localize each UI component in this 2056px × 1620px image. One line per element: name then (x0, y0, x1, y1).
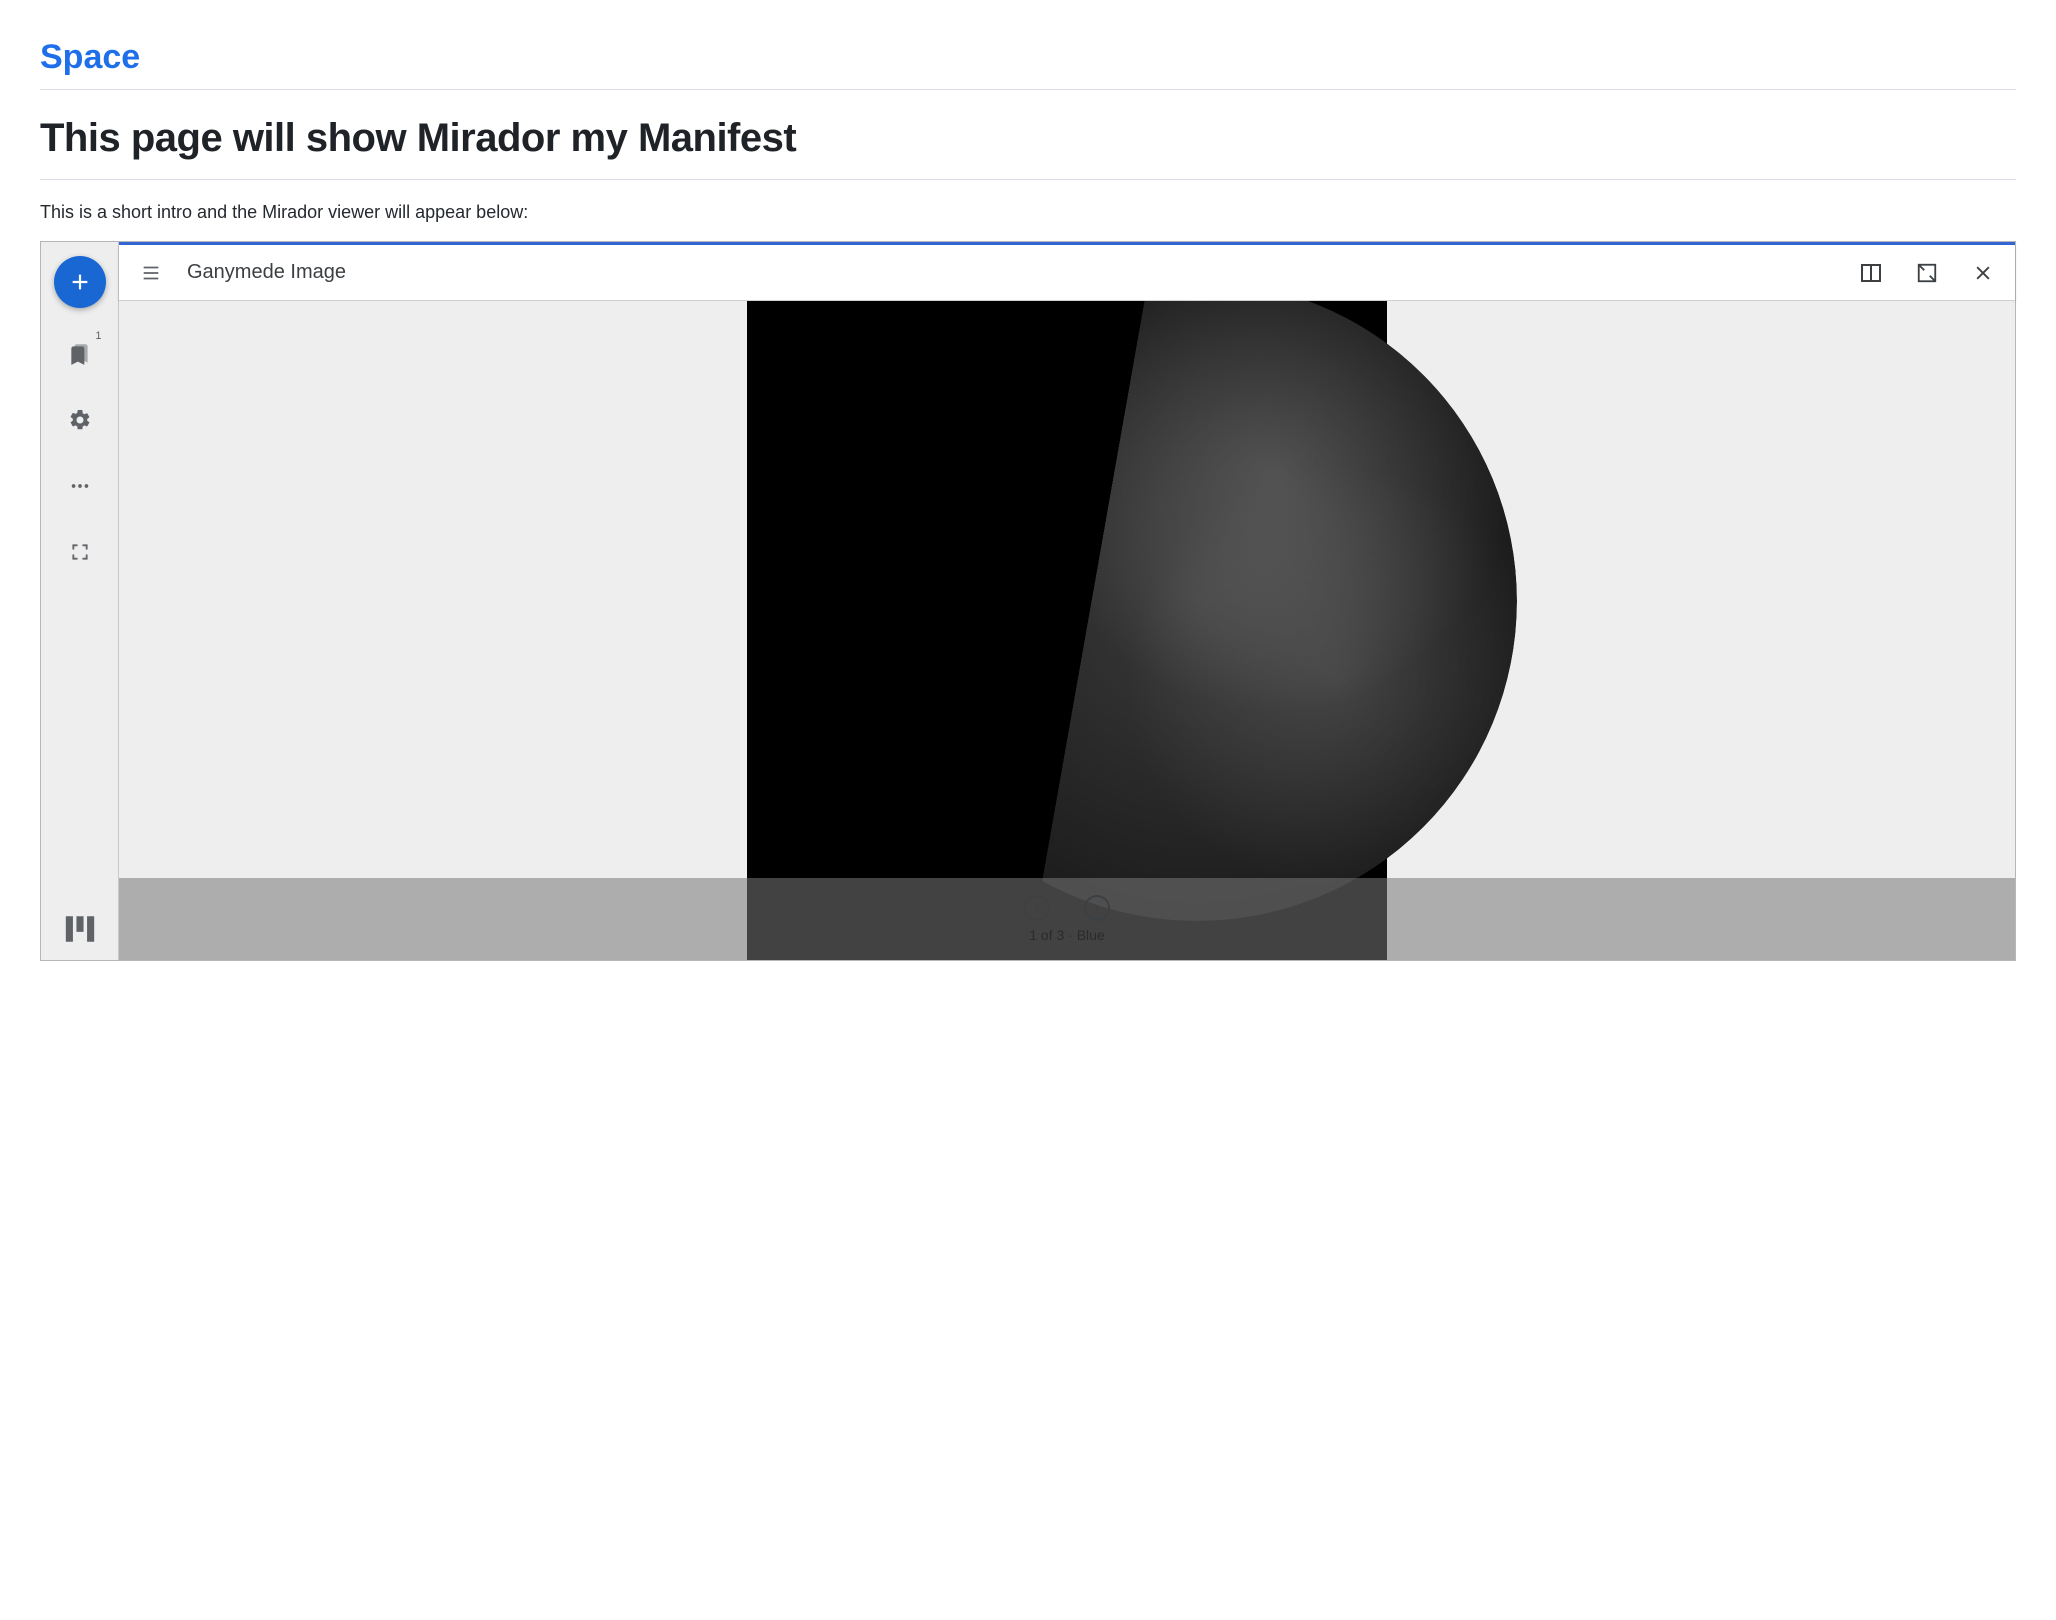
more-options-button[interactable] (60, 466, 100, 506)
workspace-settings-button[interactable] (60, 400, 100, 440)
canvas-nav-overlay: 1 of 3 · Blue (119, 878, 2015, 960)
mirador-viewer: 1 Ganymede Image (40, 241, 2016, 961)
fullscreen-workspace-button[interactable] (60, 532, 100, 572)
canvas-caption: 1 of 3 · Blue (1029, 927, 1105, 943)
fullscreen-icon (70, 542, 90, 562)
canvas-stage[interactable]: 1 of 3 · Blue (119, 301, 2015, 960)
mirador-logo (63, 912, 97, 946)
canvas-image[interactable] (747, 301, 1387, 960)
hamburger-icon (140, 262, 162, 284)
resource-list-button[interactable]: 1 (60, 334, 100, 374)
window-topbar: Ganymede Image (119, 245, 2015, 301)
add-resource-button[interactable] (54, 256, 106, 308)
page-heading: This page will show Mirador my Manifest (40, 90, 2016, 179)
window-title: Ganymede Image (187, 261, 1835, 284)
close-window-button[interactable] (1963, 253, 2003, 293)
expand-icon (1916, 262, 1938, 284)
gear-icon (68, 408, 92, 432)
window-menu-button[interactable] (131, 253, 171, 293)
mirador-logo-icon (63, 912, 97, 946)
previous-canvas-button[interactable] (1024, 895, 1050, 921)
columns-icon (1859, 261, 1883, 285)
ganymede-render (877, 301, 1517, 921)
intro-text: This is a short intro and the Mirador vi… (40, 180, 2016, 241)
viewer-window: Ganymede Image (119, 242, 2015, 960)
chevron-right-icon (1091, 902, 1103, 914)
bookmarks-icon (67, 341, 93, 367)
close-icon (1973, 263, 1993, 283)
site-title-link[interactable]: Space (40, 20, 2016, 89)
chevron-left-icon (1031, 902, 1043, 914)
plus-icon (69, 271, 91, 293)
more-horizontal-icon (69, 475, 91, 497)
next-canvas-button[interactable] (1084, 895, 1110, 921)
change-view-button[interactable] (1851, 253, 1891, 293)
workspace-sidebar: 1 (41, 242, 119, 960)
fullscreen-window-button[interactable] (1907, 253, 1947, 293)
resource-count-badge: 1 (95, 330, 101, 342)
